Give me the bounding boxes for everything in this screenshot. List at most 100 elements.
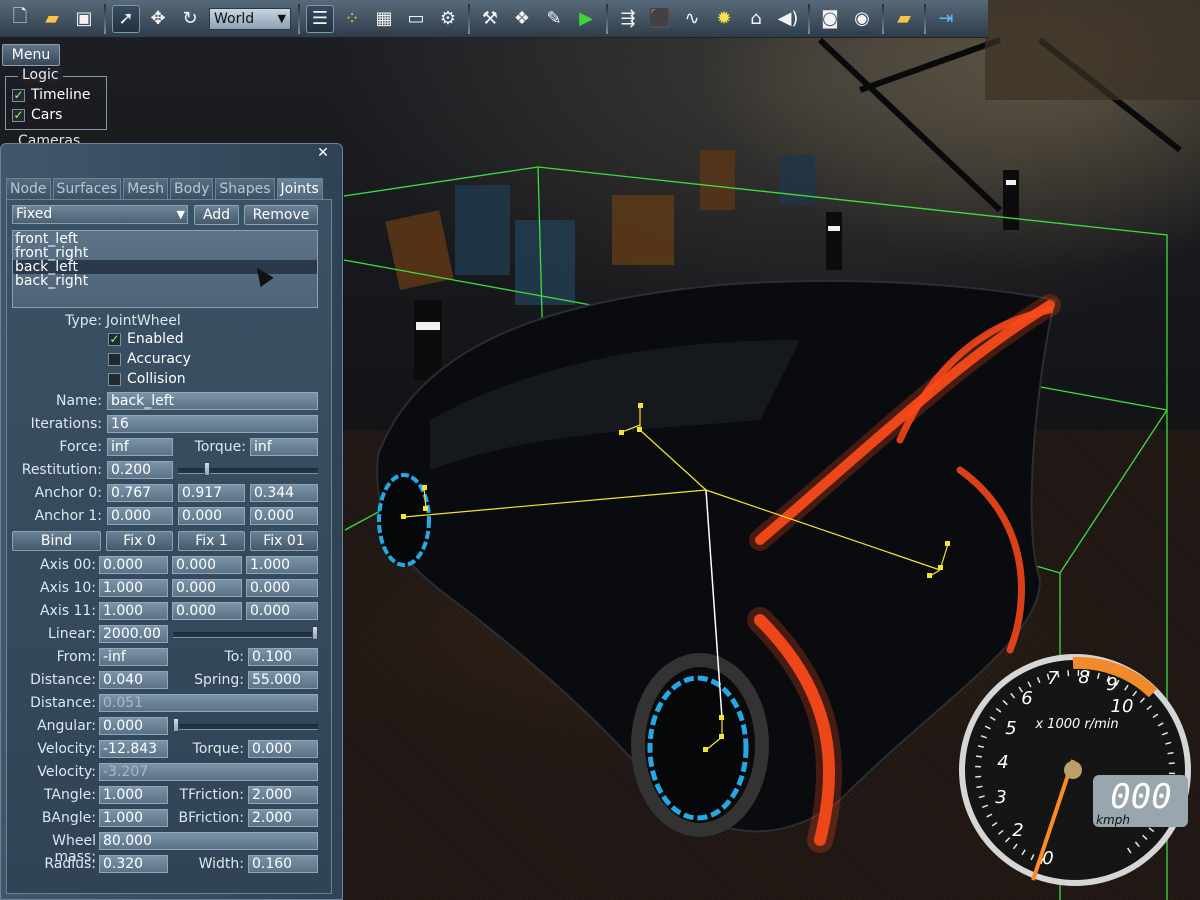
- grid-icon[interactable]: ▦: [370, 5, 398, 33]
- outline-icon[interactable]: ☰: [306, 4, 334, 33]
- add-joint-button[interactable]: Add: [194, 205, 239, 225]
- import-icon[interactable]: ⇶: [614, 5, 642, 33]
- enabled-checkbox[interactable]: ✓ Enabled: [108, 331, 184, 347]
- coord-space-select[interactable]: World ▼: [209, 7, 291, 30]
- tab-node[interactable]: Node: [6, 178, 51, 199]
- remove-joint-button[interactable]: Remove: [244, 205, 318, 225]
- close-icon[interactable]: ✕: [316, 146, 330, 160]
- axis11-z-field[interactable]: 0.000: [246, 602, 318, 620]
- velocity-field[interactable]: -12.843: [99, 740, 168, 758]
- folder-icon[interactable]: ▰: [890, 5, 918, 33]
- anchor0-y-field[interactable]: 0.917: [178, 484, 245, 502]
- rotate-icon[interactable]: ↻: [176, 5, 204, 33]
- tfriction-field[interactable]: 2.000: [248, 786, 318, 804]
- list-item[interactable]: back_left: [13, 260, 317, 274]
- slider-thumb[interactable]: [204, 462, 210, 476]
- fix01-button[interactable]: Fix 01: [250, 531, 318, 551]
- axis10-y-field[interactable]: 0.000: [172, 579, 242, 597]
- force-field[interactable]: inf: [107, 438, 173, 456]
- exit-icon[interactable]: ⇥: [932, 5, 960, 33]
- distance-field[interactable]: 0.040: [99, 671, 168, 689]
- tab-joints[interactable]: Joints: [276, 178, 323, 199]
- camera-icon[interactable]: ◙: [816, 5, 844, 33]
- bind-button[interactable]: Bind: [12, 531, 101, 551]
- fix0-button[interactable]: Fix 0: [106, 531, 173, 551]
- screenshot-icon[interactable]: ◉: [848, 5, 876, 33]
- anchor1-z-field[interactable]: 0.000: [250, 507, 318, 525]
- box-icon[interactable]: ⬛: [646, 5, 674, 33]
- coord-space-value: World: [214, 10, 255, 27]
- speed-unit-label: kmph: [1096, 813, 1130, 827]
- anchor1-x-field[interactable]: 0.000: [107, 507, 173, 525]
- open-folder-icon[interactable]: ▰: [38, 5, 66, 33]
- joints-list[interactable]: front_left front_right back_left back_ri…: [12, 230, 318, 308]
- bfriction-field[interactable]: 2.000: [248, 809, 318, 827]
- wave-icon[interactable]: ∿: [678, 5, 706, 33]
- collision-label: Collision: [127, 371, 186, 387]
- to-label: To:: [224, 649, 244, 665]
- linear-label: Linear:: [48, 626, 96, 642]
- collision-checkbox[interactable]: Collision: [108, 371, 186, 387]
- tangle-field[interactable]: 1.000: [99, 786, 168, 804]
- tab-mesh[interactable]: Mesh: [123, 178, 169, 199]
- axis11-x-field[interactable]: 1.000: [99, 602, 168, 620]
- angular-slider[interactable]: [173, 718, 318, 732]
- edit-icon[interactable]: ✎: [540, 5, 568, 33]
- light-icon[interactable]: ✹: [710, 5, 738, 33]
- width-field[interactable]: 0.160: [248, 855, 318, 873]
- enabled-label: Enabled: [127, 331, 184, 347]
- cars-checkbox[interactable]: ✓ Cars: [12, 107, 62, 123]
- checkbox-empty-icon: [108, 372, 121, 386]
- save-icon[interactable]: ▣: [70, 5, 98, 33]
- tools-icon[interactable]: ⚒: [476, 5, 504, 33]
- to-field[interactable]: 0.100: [248, 648, 318, 666]
- angular-field[interactable]: 0.000: [99, 717, 168, 735]
- list-item[interactable]: front_right: [13, 246, 317, 260]
- house-icon[interactable]: ⌂: [742, 5, 770, 33]
- fix1-button[interactable]: Fix 1: [178, 531, 245, 551]
- wheel-mass-field[interactable]: 80.000: [99, 832, 318, 850]
- restitution-slider[interactable]: [178, 462, 318, 476]
- nodes-icon[interactable]: ⁘: [338, 5, 366, 33]
- name-field[interactable]: back_left: [107, 392, 318, 410]
- tab-body[interactable]: Body: [170, 178, 214, 199]
- anchor1-y-field[interactable]: 0.000: [178, 507, 245, 525]
- settings-icon[interactable]: ⚙: [434, 5, 462, 33]
- spring-field[interactable]: 55.000: [248, 671, 318, 689]
- joint-type-select[interactable]: Fixed ▼: [12, 205, 188, 224]
- timeline-checkbox[interactable]: ✓ Timeline: [12, 87, 91, 103]
- anchor0-x-field[interactable]: 0.767: [107, 484, 173, 502]
- axis11-y-field[interactable]: 0.000: [172, 602, 242, 620]
- axis10-x-field[interactable]: 1.000: [99, 579, 168, 597]
- slider-thumb[interactable]: [173, 718, 179, 732]
- axis00-x-field[interactable]: 0.000: [99, 556, 168, 574]
- axis00-y-field[interactable]: 0.000: [172, 556, 242, 574]
- from-field[interactable]: -inf: [99, 648, 168, 666]
- tab-surfaces[interactable]: Surfaces: [52, 178, 122, 199]
- anchor0-z-field[interactable]: 0.344: [250, 484, 318, 502]
- cubes-icon[interactable]: ❖: [508, 5, 536, 33]
- menu-button[interactable]: Menu: [2, 44, 60, 66]
- accuracy-checkbox[interactable]: Accuracy: [108, 351, 191, 367]
- monitor-icon[interactable]: ▭: [402, 5, 430, 33]
- new-file-icon[interactable]: 🗋: [6, 5, 34, 33]
- torque-field[interactable]: inf: [250, 438, 318, 456]
- restitution-field[interactable]: 0.200: [107, 461, 173, 479]
- linear-slider[interactable]: [173, 626, 318, 640]
- axis00-z-field[interactable]: 1.000: [246, 556, 318, 574]
- accuracy-label: Accuracy: [127, 351, 191, 367]
- iterations-field[interactable]: 16: [107, 415, 318, 433]
- sound-icon[interactable]: ◀): [774, 5, 802, 33]
- slider-thumb[interactable]: [312, 626, 318, 640]
- angular-torque-field[interactable]: 0.000: [248, 740, 318, 758]
- tab-shapes[interactable]: Shapes: [215, 178, 275, 199]
- logic-group: Logic ✓ Timeline ✓ Cars: [5, 67, 107, 130]
- linear-field[interactable]: 2000.00: [99, 625, 168, 643]
- select-arrow-icon[interactable]: ➚: [112, 4, 140, 33]
- radius-field[interactable]: 0.320: [99, 855, 168, 873]
- axis10-z-field[interactable]: 0.000: [246, 579, 318, 597]
- list-item[interactable]: front_left: [13, 232, 317, 246]
- play-icon[interactable]: ▶: [572, 5, 600, 33]
- move-icon[interactable]: ✥: [144, 5, 172, 33]
- bangle-field[interactable]: 1.000: [99, 809, 168, 827]
